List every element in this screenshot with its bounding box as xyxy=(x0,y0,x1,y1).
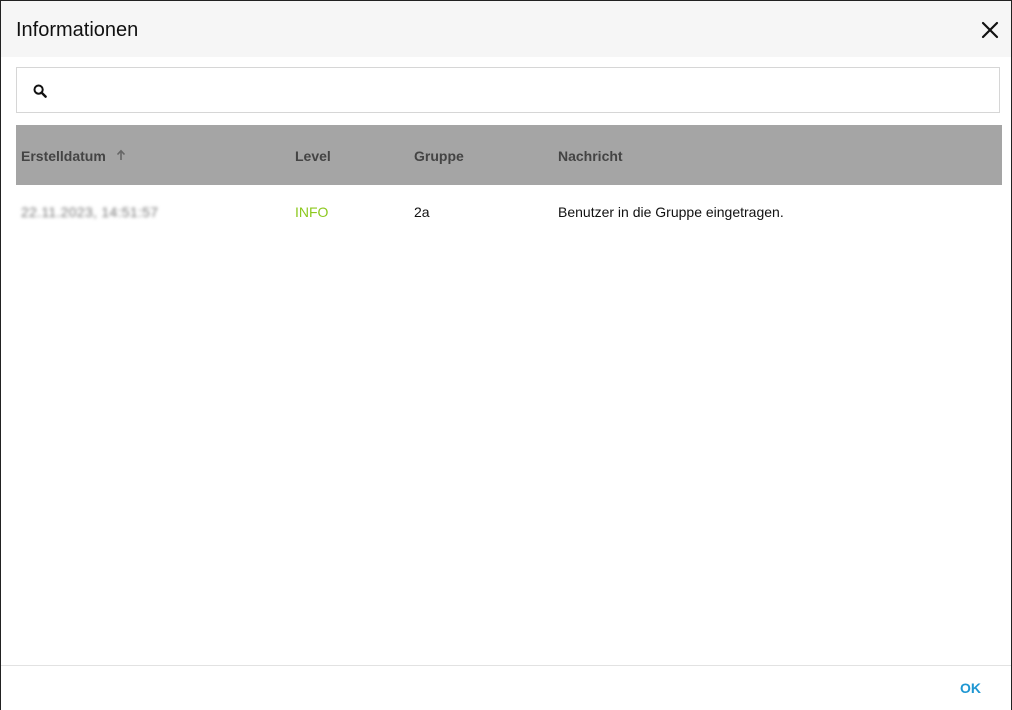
close-icon xyxy=(981,21,999,39)
column-header-created-label: Erstelldatum xyxy=(21,148,106,164)
column-header-group[interactable]: Gruppe xyxy=(414,148,464,164)
cell-message: Benutzer in die Gruppe eingetragen. xyxy=(558,204,784,220)
ok-button[interactable]: OK xyxy=(960,680,981,696)
cell-level: INFO xyxy=(295,204,329,220)
dialog-header: Informationen xyxy=(1,1,1011,57)
column-header-message[interactable]: Nachricht xyxy=(558,148,623,164)
information-dialog: Informationen Erstelldatum Level Gruppe … xyxy=(0,0,1012,710)
column-header-created[interactable]: Erstelldatum xyxy=(21,148,126,164)
table-row[interactable]: 22.11.2023, 14:51:57 INFO 2a Benutzer in… xyxy=(16,185,1002,239)
search-input[interactable] xyxy=(63,74,987,108)
dialog-title: Informationen xyxy=(16,19,139,41)
search-icon xyxy=(33,84,47,98)
column-header-level[interactable]: Level xyxy=(295,148,331,164)
cell-created: 22.11.2023, 14:51:57 xyxy=(21,204,159,220)
arrow-up-icon xyxy=(116,149,125,161)
cell-group: 2a xyxy=(414,204,430,220)
close-button[interactable] xyxy=(977,17,1003,43)
search-box xyxy=(16,67,1000,113)
dialog-footer: OK xyxy=(1,665,1011,710)
table-header: Erstelldatum Level Gruppe Nachricht xyxy=(16,125,1002,185)
